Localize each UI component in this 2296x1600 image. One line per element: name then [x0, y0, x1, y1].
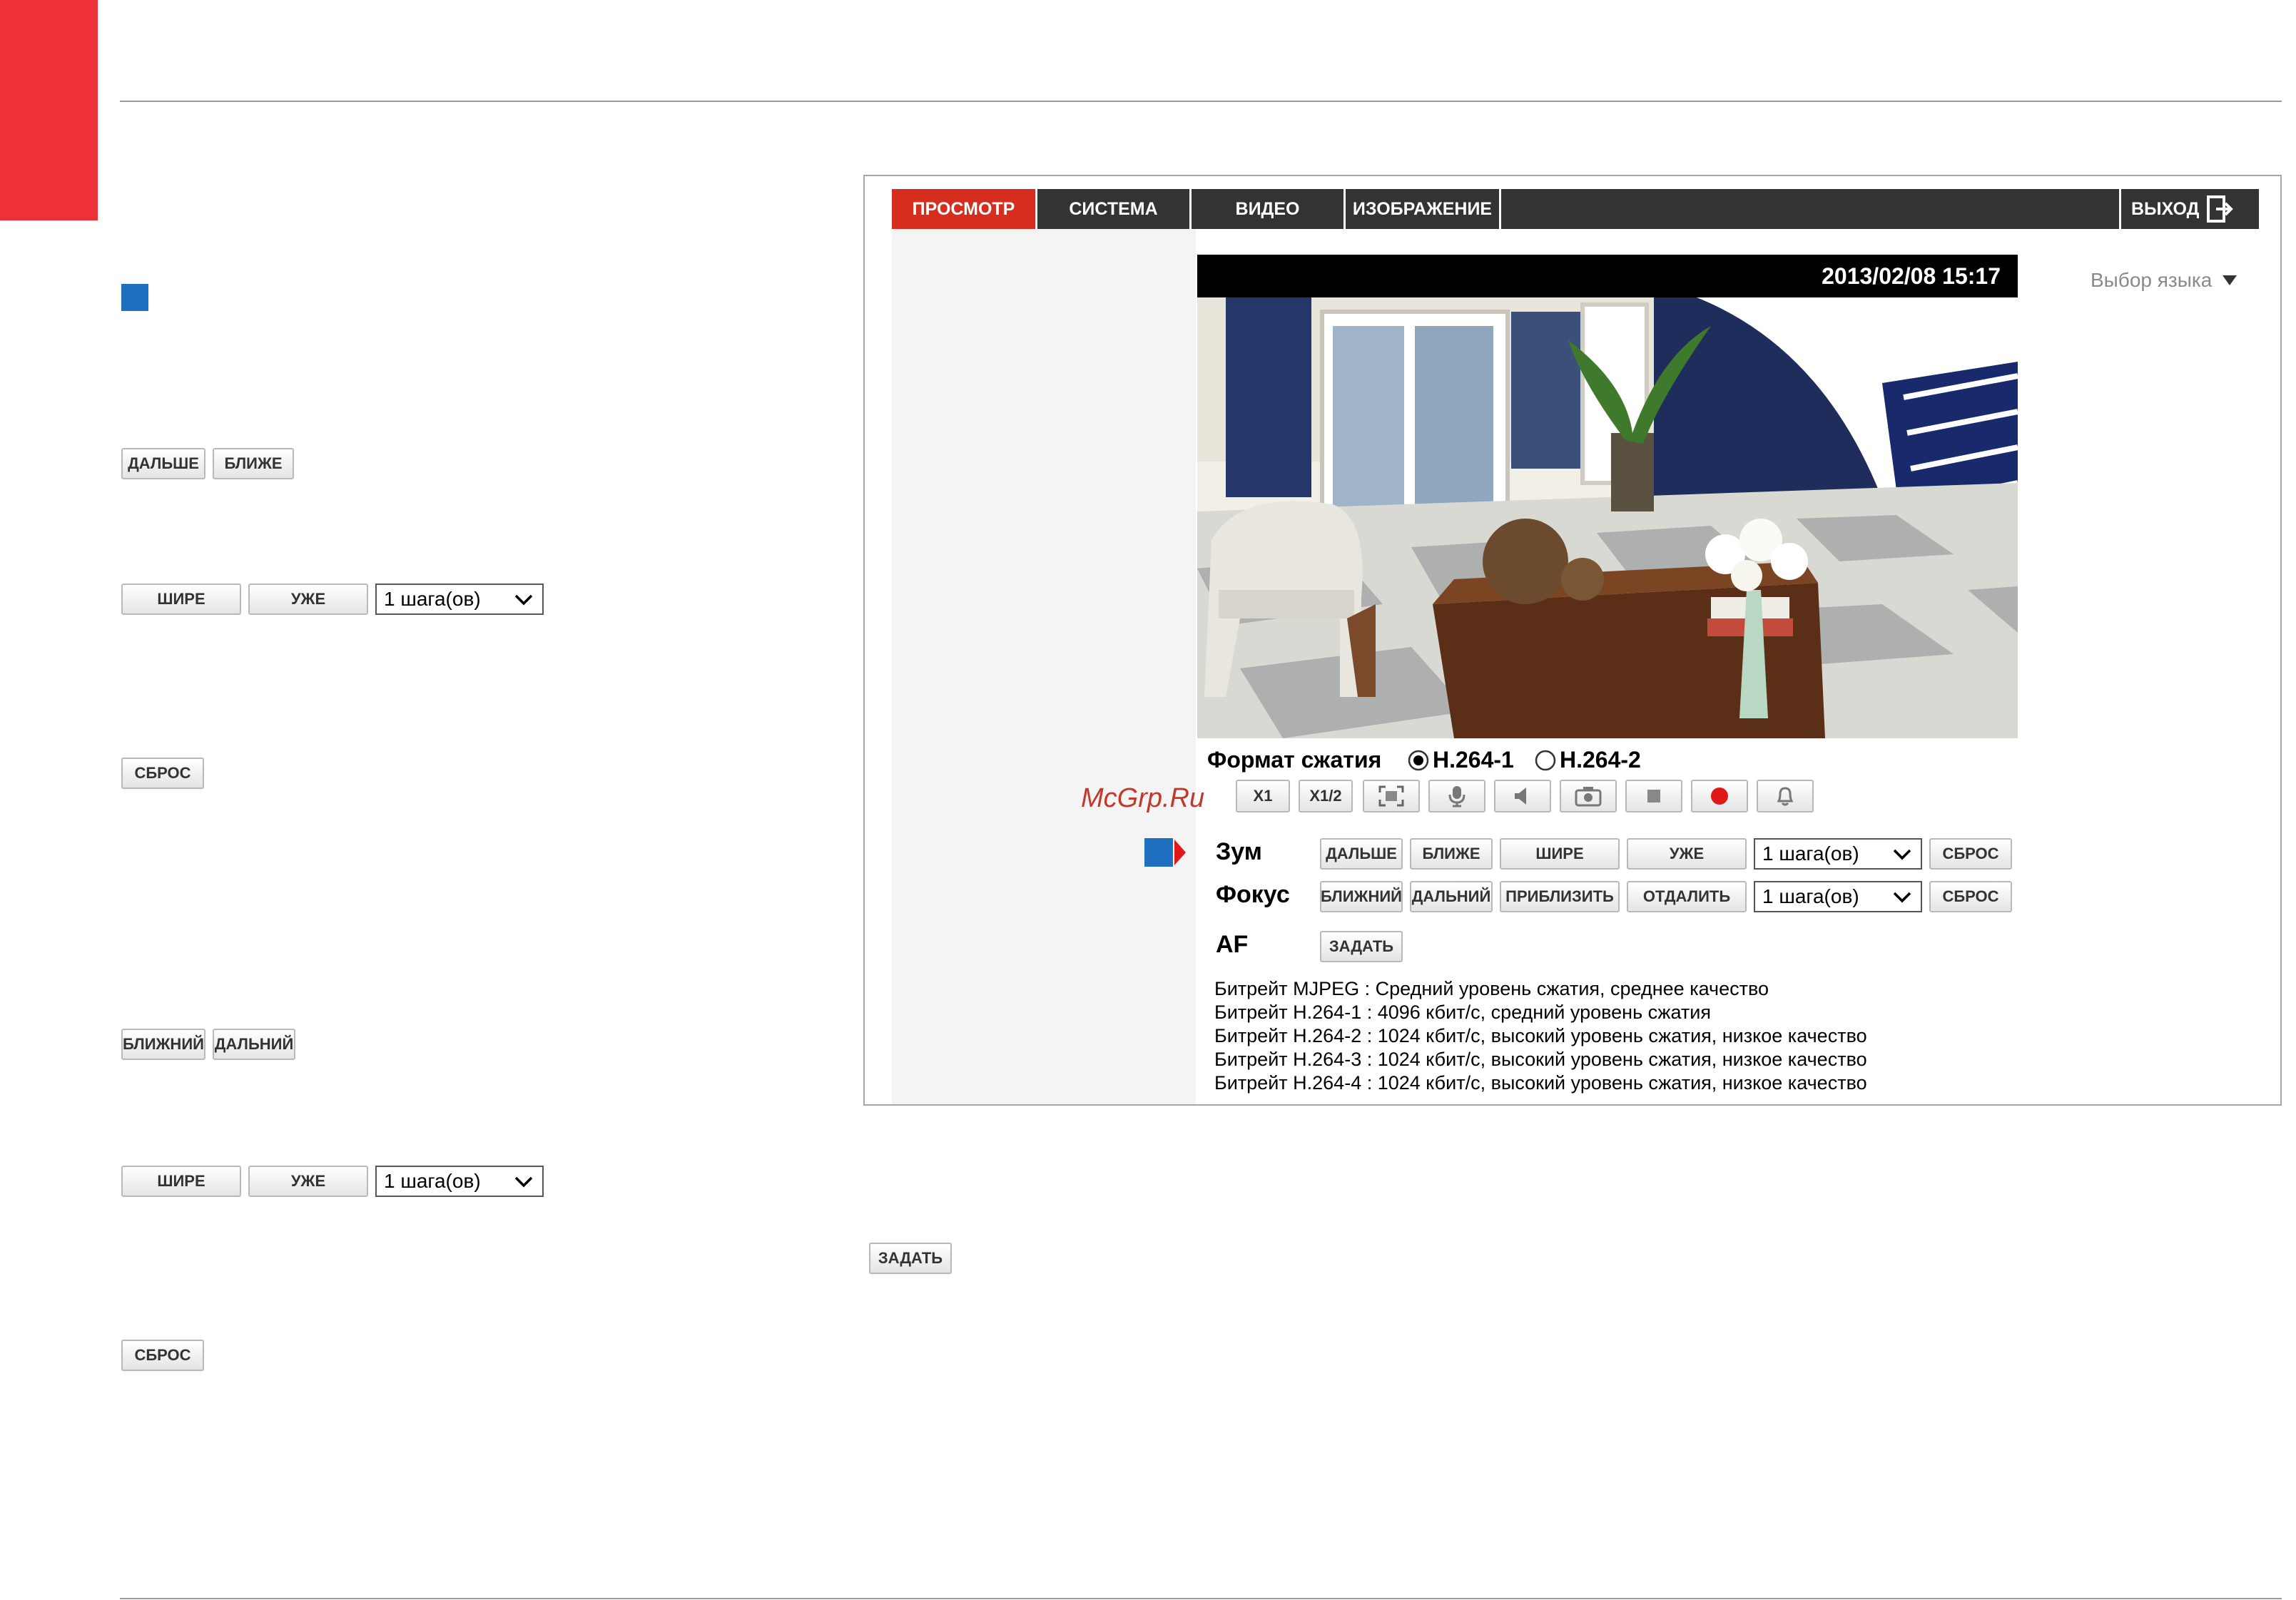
bitrate-line: Битрейт H.264-2 : 1024 кбит/с, высокий у… — [1214, 1025, 1867, 1046]
fullscreen-icon — [1378, 785, 1404, 807]
zoom-label: Зум — [1216, 838, 1262, 865]
header-rule — [120, 101, 2282, 102]
zoom-step-select[interactable]: 1 шага(ов) — [375, 584, 544, 615]
ui-zoom-closer-button[interactable]: БЛИЖЕ — [1410, 838, 1493, 870]
language-select-label: Выбор языка — [2091, 269, 2213, 291]
af-label: AF — [1216, 931, 1249, 958]
top-navigation: ПРОСМОТР СИСТЕМА ВИДЕО ИЗОБРАЖЕНИЕ ВЫХОД — [892, 189, 2259, 229]
focus-narrower-button[interactable]: УЖЕ — [248, 1166, 368, 1197]
watermark: McGrp.Ru — [1081, 783, 1205, 813]
chevron-down-icon — [1893, 892, 1911, 903]
ui-zoom-step-select[interactable]: 1 шага(ов) — [1754, 838, 1922, 870]
microphone-icon — [1448, 786, 1466, 807]
zoom-farther-button[interactable]: ДАЛЬШЕ — [121, 448, 205, 479]
compression-format-row: Формат сжатия — [1207, 747, 1381, 773]
language-select[interactable]: Выбор языка — [2091, 269, 2237, 292]
bitrate-line: Битрейт H.264-4 : 1024 кбит/с, высокий у… — [1214, 1072, 1867, 1094]
callout-arrow-icon — [1174, 840, 1186, 865]
exit-button[interactable]: ВЫХОД — [2119, 189, 2259, 229]
video-header-bar: 2013/02/08 15:17 — [1197, 255, 2018, 297]
bitrate-line: Битрейт MJPEG : Средний уровень сжатия, … — [1214, 978, 1769, 999]
camera-web-ui-screenshot: ПРОСМОТР СИСТЕМА ВИДЕО ИЗОБРАЖЕНИЕ ВЫХОД… — [863, 175, 2282, 1106]
callout-marker — [1144, 838, 1173, 867]
video-timestamp: 2013/02/08 15:17 — [1822, 263, 2001, 289]
bitrate-line: Битрейт H.264-3 : 1024 кбит/с, высокий у… — [1214, 1049, 1867, 1070]
tab-video[interactable]: ВИДЕО — [1192, 189, 1346, 229]
stop-icon — [1647, 790, 1660, 802]
zoom-closer-button[interactable]: БЛИЖЕ — [213, 448, 294, 479]
ui-focus-far-button[interactable]: ДАЛЬНИЙ — [1410, 881, 1493, 912]
ui-zoom-step-value: 1 шага(ов) — [1762, 842, 1859, 865]
zoom-narrower-button[interactable]: УЖЕ — [248, 584, 368, 615]
focus-far-button[interactable]: ДАЛЬНИЙ — [213, 1029, 295, 1060]
ui-focus-step-select[interactable]: 1 шага(ов) — [1754, 881, 1922, 912]
zoom-x1-button[interactable]: X1 — [1236, 780, 1290, 812]
ui-focus-step-value: 1 шага(ов) — [1762, 885, 1859, 907]
focus-wider-button[interactable]: ШИРЕ — [121, 1166, 241, 1197]
zoom-step-value: 1 шага(ов) — [384, 588, 481, 610]
focus-label: Фокус — [1216, 881, 1290, 908]
compression-option-label: H.264-1 — [1433, 747, 1514, 773]
focus-step-value: 1 шага(ов) — [384, 1170, 481, 1192]
chevron-down-icon — [514, 594, 533, 606]
footer-rule — [120, 1598, 2282, 1599]
tab-image[interactable]: ИЗОБРАЖЕНИЕ — [1346, 189, 1501, 229]
snapshot-button[interactable] — [1560, 780, 1617, 812]
alarm-bell-icon — [1777, 787, 1794, 806]
speaker-button[interactable] — [1494, 780, 1551, 812]
zoom-reset-button[interactable]: СБРОС — [121, 758, 204, 789]
record-button[interactable] — [1691, 780, 1748, 812]
ui-focus-near-button[interactable]: БЛИЖНИЙ — [1320, 881, 1403, 912]
speaker-icon — [1515, 788, 1526, 805]
tab-view[interactable]: ПРОСМОТР — [892, 189, 1037, 229]
radio-selected-icon[interactable] — [1407, 749, 1430, 772]
ui-zoom-narrower-button[interactable]: УЖЕ — [1627, 838, 1747, 870]
exit-icon — [2207, 195, 2234, 223]
focus-step-select[interactable]: 1 шага(ов) — [375, 1166, 544, 1197]
ui-zoom-reset-button[interactable]: СБРОС — [1929, 838, 2012, 870]
brand-side-tab — [0, 0, 98, 220]
snapshot-icon — [1575, 787, 1602, 807]
tab-system[interactable]: СИСТЕМА — [1037, 189, 1192, 229]
af-set-button[interactable]: ЗАДАТЬ — [869, 1243, 952, 1274]
ui-zoom-farther-button[interactable]: ДАЛЬШЕ — [1320, 838, 1403, 870]
compression-option-h264-2[interactable]: H.264-2 — [1534, 747, 1641, 773]
microphone-button[interactable] — [1428, 780, 1485, 812]
radio-unselected-icon[interactable] — [1534, 749, 1557, 772]
left-panel — [892, 229, 1196, 1104]
record-icon — [1711, 788, 1728, 805]
compression-format-label: Формат сжатия — [1207, 747, 1382, 773]
focus-reset-button[interactable]: СБРОС — [121, 1340, 204, 1371]
stop-button[interactable] — [1625, 780, 1682, 812]
section-marker — [121, 284, 148, 311]
ui-af-set-button[interactable]: ЗАДАТЬ — [1320, 931, 1403, 962]
zoom-x1-2-button[interactable]: X1/2 — [1299, 780, 1353, 812]
chevron-down-icon — [514, 1176, 533, 1188]
focus-near-button[interactable]: БЛИЖНИЙ — [121, 1029, 205, 1060]
bitrate-line: Битрейт H.264-1 : 4096 кбит/с, средний у… — [1214, 1002, 1711, 1023]
exit-label: ВЫХОД — [2131, 198, 2200, 219]
live-video-frame — [1197, 297, 2018, 738]
compression-option-label: H.264-2 — [1560, 747, 1641, 773]
alarm-button[interactable] — [1757, 780, 1814, 812]
chevron-down-icon — [1893, 849, 1911, 860]
ui-focus-approach-button[interactable]: ПРИБЛИЗИТЬ — [1500, 881, 1620, 912]
ui-focus-distance-button[interactable]: ОТДАЛИТЬ — [1627, 881, 1747, 912]
compression-option-h264-1[interactable]: H.264-1 — [1407, 747, 1514, 773]
fullscreen-button[interactable] — [1363, 780, 1420, 812]
ui-zoom-wider-button[interactable]: ШИРЕ — [1500, 838, 1620, 870]
ui-focus-reset-button[interactable]: СБРОС — [1929, 881, 2012, 912]
zoom-wider-button[interactable]: ШИРЕ — [121, 584, 241, 615]
triangle-down-icon — [2223, 275, 2237, 285]
